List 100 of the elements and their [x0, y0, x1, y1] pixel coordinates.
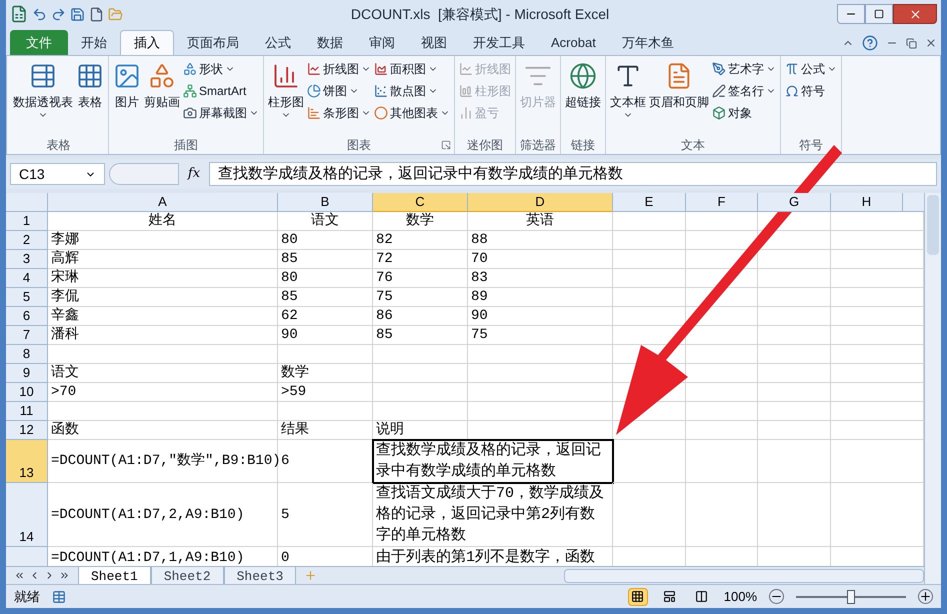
ribbon-button[interactable]: 柱形图	[267, 58, 305, 136]
ribbon-button[interactable]: 数据透视表	[12, 58, 74, 136]
ribbon-tab[interactable]: 插入	[120, 30, 174, 55]
column-header[interactable]: C	[373, 193, 468, 212]
table-cell: 结果	[278, 421, 373, 440]
row-header[interactable]: 8	[6, 345, 48, 364]
ribbon-button[interactable]: 公式	[784, 58, 838, 80]
view-button[interactable]	[628, 588, 648, 606]
pen-icon	[712, 62, 726, 76]
sheet-tab[interactable]: Sheet2	[150, 566, 224, 584]
shapes-icon	[183, 62, 197, 76]
ribbon-button[interactable]: 页眉和页脚	[648, 58, 710, 136]
restore-icon[interactable]	[906, 38, 917, 48]
ribbon-button[interactable]: 符号	[784, 80, 838, 102]
sheet-tab[interactable]: Sheet3	[224, 566, 296, 584]
ribbon-tab[interactable]: 视图	[408, 30, 460, 55]
redo-icon[interactable]	[51, 6, 66, 22]
row-header[interactable]: 9	[6, 364, 48, 383]
ribbon-button[interactable]: 剪贴画	[143, 58, 181, 136]
column-header[interactable]: E	[613, 193, 686, 212]
row-header[interactable]: 13	[6, 440, 48, 483]
undo-icon[interactable]	[32, 6, 47, 22]
save-icon[interactable]	[70, 6, 85, 22]
ribbon-tab[interactable]: 页面布局	[174, 30, 252, 55]
ribbon-tab[interactable]: 审阅	[356, 30, 408, 55]
zoom-out-icon[interactable]	[769, 589, 784, 604]
ribbon-button[interactable]: 文本框	[609, 58, 647, 136]
column-header[interactable]: D	[468, 193, 613, 212]
area-chart-icon	[374, 62, 388, 76]
group-label: 链接	[571, 137, 595, 154]
ribbon-button[interactable]: 超链接	[564, 58, 602, 136]
table-cell: 潘科	[48, 326, 278, 345]
group-label: 筛选器	[520, 137, 556, 154]
ribbon-button[interactable]: 屏幕截图	[182, 102, 260, 124]
ribbon-button[interactable]: 艺术字	[711, 58, 777, 80]
ribbon-button[interactable]: 散点图	[373, 80, 451, 102]
ribbon-tab[interactable]: 数据	[304, 30, 356, 55]
row-header[interactable]: 4	[6, 269, 48, 288]
zoom-level[interactable]: 100%	[724, 586, 757, 606]
row-header[interactable]: 14	[6, 483, 48, 547]
row-header[interactable]: 3	[6, 250, 48, 269]
table-cell: 72	[373, 250, 468, 269]
ring-chart-icon	[374, 106, 388, 120]
vertical-scrollbar[interactable]	[924, 193, 941, 584]
ribbon-button[interactable]: 签名行	[711, 80, 777, 102]
ribbon-button[interactable]: 表格	[75, 58, 105, 136]
ribbon-tab[interactable]: 万年木鱼	[608, 30, 687, 55]
zoom-in-icon[interactable]	[918, 589, 933, 604]
table-cell	[686, 483, 758, 547]
first-sheet-icon[interactable]	[14, 570, 25, 581]
row-header[interactable]: 12	[6, 421, 48, 440]
close-icon[interactable]	[925, 37, 937, 49]
new-file-icon[interactable]	[89, 6, 104, 22]
row-header[interactable]: 6	[6, 307, 48, 326]
dialog-launcher-icon[interactable]	[441, 140, 451, 150]
function-label[interactable]: fx	[183, 164, 205, 184]
column-header[interactable]: H	[831, 193, 903, 212]
macro-record-icon[interactable]	[52, 590, 66, 604]
ribbon-button[interactable]: 其他图表	[373, 102, 451, 124]
close-button[interactable]	[893, 4, 937, 24]
ribbon-tab[interactable]: 公式	[252, 30, 304, 55]
window-title: DCOUNT.xls [兼容模式] - Microsoft Excel	[350, 4, 610, 24]
ribbon-button[interactable]: 折线图	[306, 58, 372, 80]
ribbon-tab[interactable]: 开始	[68, 30, 120, 55]
row-header[interactable]: 1	[6, 212, 48, 231]
column-header[interactable]: A	[48, 193, 278, 212]
table-cell: 宋琳	[48, 269, 278, 288]
ribbon-button[interactable]: 面积图	[373, 58, 451, 80]
ribbon-button[interactable]: 图片	[112, 58, 142, 136]
row-header[interactable]: 10	[6, 383, 48, 402]
zoom-slider-thumb[interactable]	[847, 590, 855, 604]
file-tab[interactable]: 文件	[10, 30, 68, 55]
last-sheet-icon[interactable]	[59, 570, 70, 581]
globe-icon	[569, 62, 597, 90]
ribbon-button[interactable]: 对象	[711, 102, 777, 124]
ribbon-tab[interactable]: Acrobat	[538, 30, 609, 55]
table-cell: 89	[468, 288, 613, 307]
sheet-tab[interactable]: Sheet1	[78, 566, 151, 584]
row-header[interactable]: 2	[6, 231, 48, 250]
column-header[interactable]: B	[278, 193, 373, 212]
table-cell: 英语	[468, 212, 613, 231]
formula-bar-handle[interactable]	[109, 163, 179, 185]
ribbon-button[interactable]: 形状	[182, 58, 260, 80]
row-header[interactable]: 7	[6, 326, 48, 345]
column-header[interactable]: G	[758, 193, 831, 212]
ribbon-tab[interactable]: 开发工具	[460, 30, 538, 55]
horizontal-scrollbar[interactable]	[564, 568, 924, 582]
ribbon-button[interactable]: SmartArt	[182, 80, 260, 102]
ribbon-button[interactable]: 条形图	[306, 102, 372, 124]
grid-icon	[631, 590, 644, 603]
formula-field[interactable]: 查找数学成绩及格的记录，返回记录中有数学成绩的单元格数	[209, 162, 937, 186]
help-icon[interactable]	[862, 35, 878, 51]
column-header[interactable]: F	[686, 193, 758, 212]
table-cell: 函数	[48, 421, 278, 440]
row-header[interactable]: 5	[6, 288, 48, 307]
name-box[interactable]: C13	[10, 163, 105, 185]
ribbon-button[interactable]: 饼图	[306, 80, 372, 102]
row-header[interactable]: 11	[6, 402, 48, 421]
maximize-button[interactable]	[865, 4, 893, 24]
close-icon	[908, 8, 922, 20]
